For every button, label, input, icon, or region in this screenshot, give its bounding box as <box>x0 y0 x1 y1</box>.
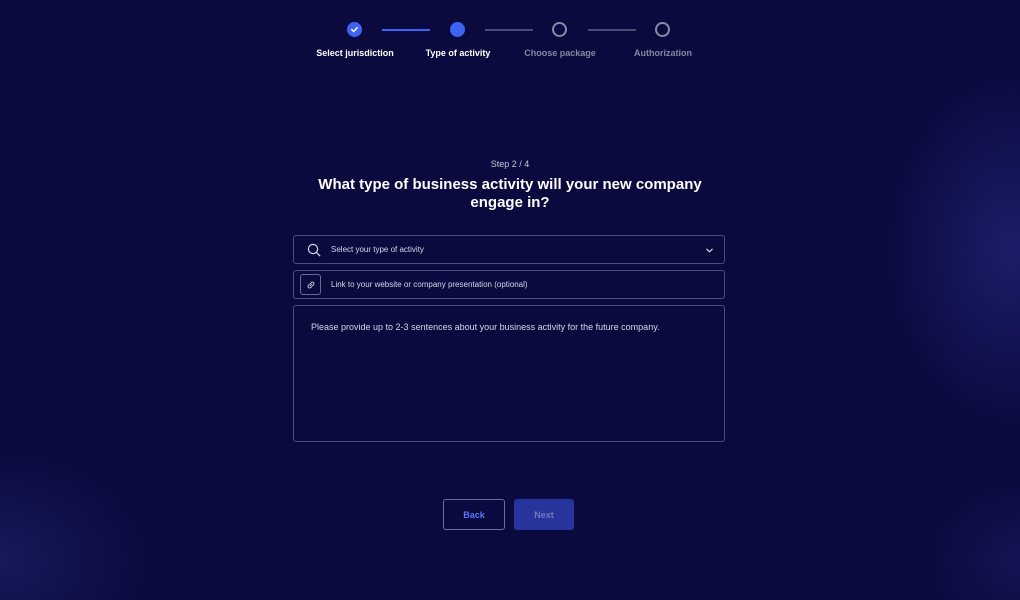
step-2-indicator[interactable] <box>450 22 465 37</box>
page-title: What type of business activity will your… <box>318 176 702 211</box>
step-label-select-jurisdiction[interactable]: Select jurisdiction <box>295 48 415 58</box>
step-label-choose-package[interactable]: Choose package <box>500 48 620 58</box>
activity-select-placeholder: Select your type of activity <box>331 245 424 254</box>
link-icon <box>307 281 314 288</box>
back-button[interactable]: Back <box>443 499 505 530</box>
step-1-check-icon[interactable] <box>347 22 362 37</box>
step-3-indicator[interactable] <box>552 22 567 37</box>
search-icon <box>307 243 321 257</box>
business-description-textarea[interactable]: Please provide up to 2-3 sentences about… <box>293 305 725 442</box>
link-icon-box <box>300 274 321 295</box>
activity-type-select[interactable]: Select your type of activity <box>293 235 725 264</box>
step-connector-2 <box>485 29 533 31</box>
step-label-authorization[interactable]: Authorization <box>603 48 723 58</box>
step-4-indicator[interactable] <box>655 22 670 37</box>
step-counter: Step 2 / 4 <box>490 159 530 169</box>
next-button[interactable]: Next <box>514 499 574 530</box>
chevron-down-icon[interactable] <box>705 246 714 255</box>
step-connector-1 <box>382 29 430 31</box>
step-connector-3 <box>588 29 636 31</box>
website-link-input[interactable]: Link to your website or company presenta… <box>293 270 725 299</box>
description-placeholder: Please provide up to 2-3 sentences about… <box>311 322 660 332</box>
background-glow <box>0 0 1020 600</box>
website-link-placeholder: Link to your website or company presenta… <box>331 280 528 289</box>
progress-stepper: Select jurisdiction Type of activity Cho… <box>0 0 1020 70</box>
